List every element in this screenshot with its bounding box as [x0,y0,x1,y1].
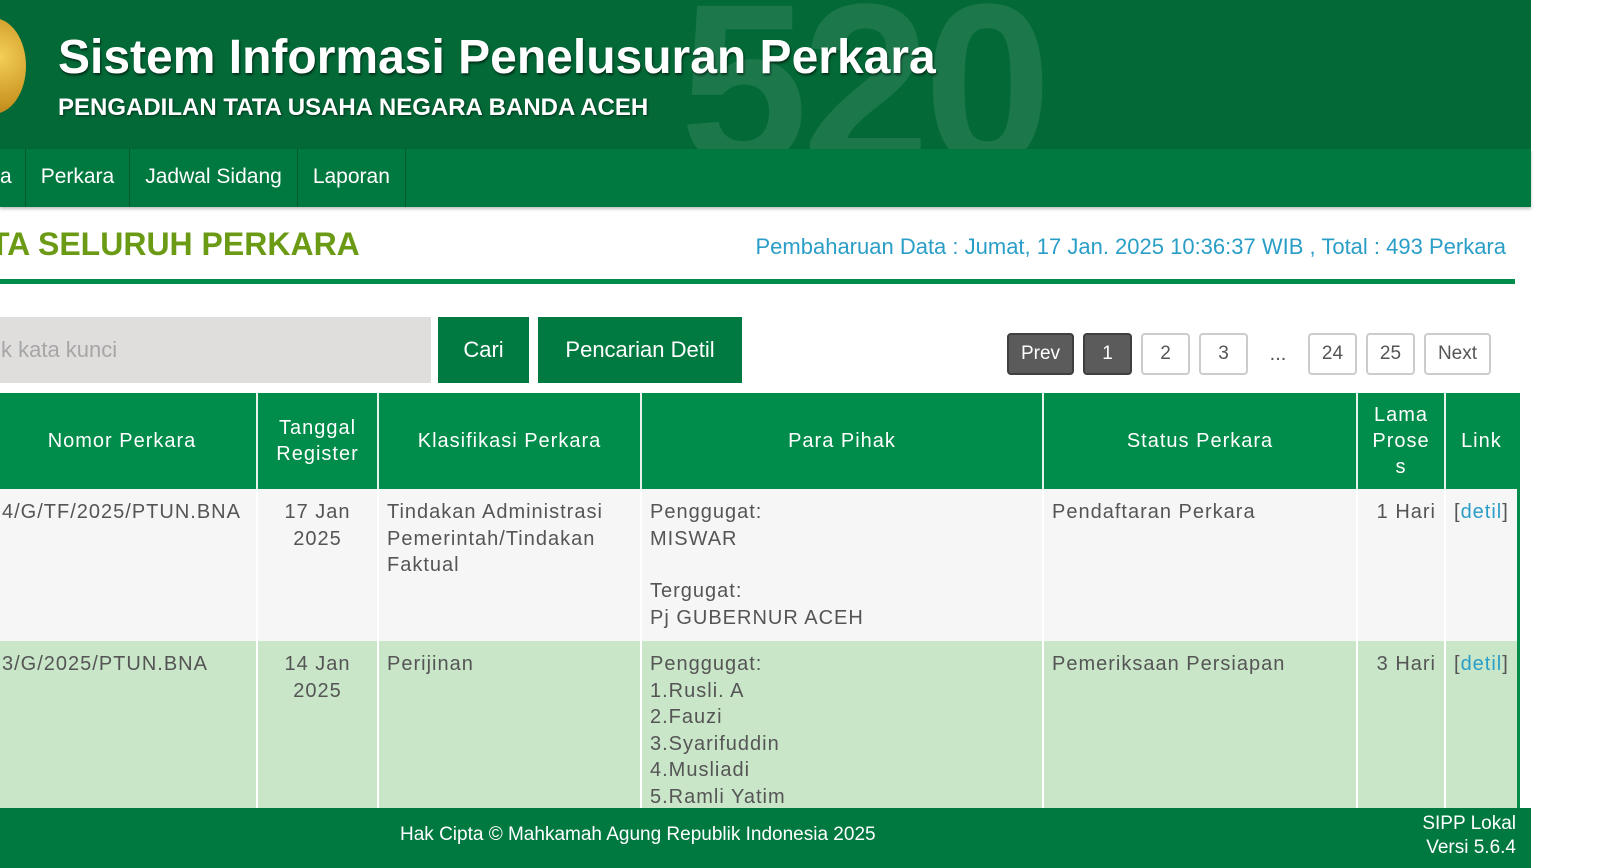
cell-para-pihak: Penggugat: MISWAR Tergugat: Pj GUBERNUR … [640,489,1044,641]
col-status: Status Perkara [1042,393,1358,489]
party-name: Pj GUBERNUR ACEH [650,606,864,629]
nav-item-truncated[interactable]: a [0,149,26,207]
col-label: Prose [1372,430,1430,452]
cell-link: [detil] [1443,641,1520,820]
table-row: 4/G/TF/2025/PTUN.BNA 17 Jan 2025 Tindakan… [0,489,1520,641]
date-part: 2025 [293,679,342,702]
col-klasifikasi: Klasifikasi Perkara [377,393,642,489]
col-para-pihak: Para Pihak [640,393,1044,489]
site-subtitle: PENGADILAN TATA USAHA NEGARA BANDA ACEH [58,94,649,121]
table-header-row: Nomor Perkara Tanggal Register Klasifikas… [0,393,1520,489]
search-button[interactable]: Cari [438,317,529,383]
page-button-1[interactable]: 1 [1083,333,1132,375]
app-version: Versi 5.6.4 [1426,837,1516,858]
party-name: 4.Musliadi [650,759,751,781]
date-part: 2025 [293,527,342,550]
cell-klasifikasi: Tindakan Administrasi Pemerintah/Tindaka… [377,489,642,641]
page-button-3[interactable]: 3 [1199,333,1248,375]
site-footer: Hak Cipta © Mahkamah Agung Republik Indo… [0,808,1531,868]
col-label: s [1395,456,1407,478]
site-header: 520 Sistem Informasi Penelusuran Perkara… [0,0,1531,149]
party-name: 2.Fauzi [650,706,723,728]
cell-link: [detil] [1443,489,1520,641]
detil-link[interactable]: detil [1461,653,1503,675]
party-name: 1.Rusli. A [650,679,745,702]
update-info: Pembaharuan Data : Jumat, 17 Jan. 2025 1… [755,234,1507,259]
cell-nomor: 4/G/TF/2025/PTUN.BNA [0,489,258,641]
page-button-24[interactable]: 24 [1308,333,1357,375]
tergugat-label: Tergugat: [650,580,743,602]
col-label: Lama [1373,404,1429,426]
page-title: TA SELURUH PERKARA [0,226,360,262]
pagination: Prev 1 2 3 ... 24 25 Next [1007,333,1500,375]
date-part: 17 Jan [284,501,351,523]
cell-status: Pemeriksaan Persiapan [1042,641,1358,820]
table-row: 3/G/2025/PTUN.BNA 14 Jan 2025 Perijinan P… [0,641,1520,820]
bracket: ] [1502,501,1509,523]
party-name: MISWAR [650,527,738,550]
app-name: SIPP Lokal [1422,813,1516,834]
col-label: Register [276,443,359,465]
cell-para-pihak: Penggugat: 1.Rusli. A 2.Fauzi 3.Syarifud… [640,641,1044,820]
search-input[interactable] [0,317,431,383]
cell-lama: 3 Hari [1356,641,1446,820]
detil-link[interactable]: detil [1461,501,1503,523]
col-label: Tanggal [278,417,357,439]
bracket: ] [1502,653,1509,675]
version-info: SIPP Lokal Versi 5.6.4 [1422,812,1516,860]
page-button-25[interactable]: 25 [1366,333,1415,375]
date-part: 14 Jan [284,653,351,675]
col-nomor-perkara: Nomor Perkara [0,393,258,489]
cell-status: Pendaftaran Perkara [1042,489,1358,641]
party-name: 3.Syarifuddin [650,732,780,755]
site-title: Sistem Informasi Penelusuran Perkara [58,31,936,84]
col-link: Link [1443,393,1520,489]
prev-page-button[interactable]: Prev [1007,333,1074,375]
nav-item-perkara[interactable]: Perkara [26,149,131,207]
divider [0,279,1515,284]
page-button-2[interactable]: 2 [1141,333,1190,375]
nav-item-laporan[interactable]: Laporan [298,149,406,207]
col-lama-proses: Lama Prose s [1356,393,1446,489]
copyright-text: Hak Cipta © Mahkamah Agung Republik Indo… [400,824,876,845]
party-name: 5.Ramli Yatim [650,785,786,808]
cases-table: Nomor Perkara Tanggal Register Klasifikas… [0,393,1520,820]
col-tanggal-register: Tanggal Register [256,393,379,489]
cell-tanggal: 17 Jan 2025 [256,489,379,641]
cell-nomor: 3/G/2025/PTUN.BNA [0,641,258,820]
cell-klasifikasi: Perijinan [377,641,642,820]
penggugat-label: Penggugat: [650,501,763,523]
cell-lama: 1 Hari [1356,489,1446,641]
next-page-button[interactable]: Next [1424,333,1491,375]
main-nav: a Perkara Jadwal Sidang Laporan [0,149,1531,207]
penggugat-label: Penggugat: [650,653,763,675]
advanced-search-button[interactable]: Pencarian Detil [538,317,742,383]
pagination-ellipsis: ... [1269,342,1287,365]
nav-item-jadwal-sidang[interactable]: Jadwal Sidang [130,149,298,207]
court-logo-icon [0,18,26,114]
cell-tanggal: 14 Jan 2025 [256,641,379,820]
